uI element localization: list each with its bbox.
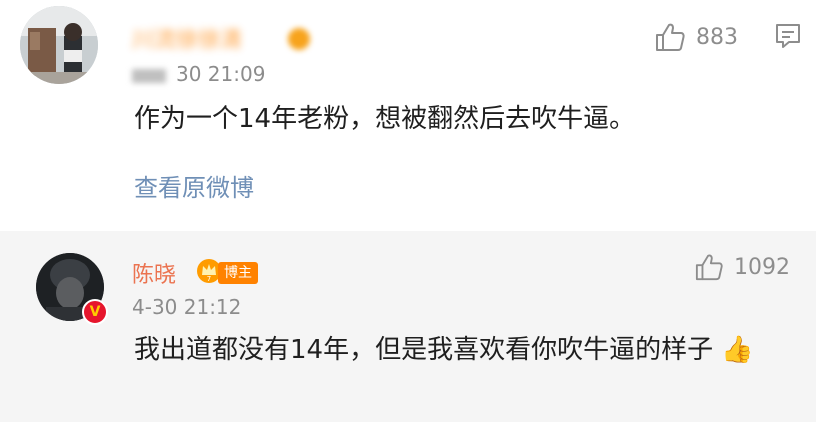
comment-text: 我出道都没有14年，但是我喜欢看你吹牛逼的样子 👍: [134, 335, 754, 365]
reply-button[interactable]: [774, 22, 802, 54]
avatar[interactable]: V: [36, 253, 108, 325]
username[interactable]: 川流徐徐清: [132, 22, 242, 54]
thumbs-up-icon: [656, 23, 685, 51]
blurred-date: [132, 68, 166, 83]
verified-v-icon: V: [82, 299, 108, 325]
like-button[interactable]: 883: [654, 22, 738, 52]
view-original-link[interactable]: 查看原微博: [134, 168, 254, 203]
blurred-badge: [288, 28, 310, 50]
thumbs-up-icon: [695, 254, 723, 281]
comment-item: V 陈晓 7 博主 4-30 21:12 我出道都没有14年，但是我喜欢看你吹牛…: [0, 231, 816, 422]
like-count: 1092: [734, 254, 790, 280]
comment-bubble-icon: [776, 24, 800, 48]
blogger-badge: 博主: [218, 262, 258, 284]
comment-time: 4-30 21:12: [132, 295, 242, 319]
avatar[interactable]: [20, 6, 98, 84]
svg-text:7: 7: [207, 275, 211, 283]
comment-item: 川流徐徐清 30 21:09 作为一个14年老粉，想被翻然后去吹牛逼。 查看原微…: [0, 0, 816, 231]
comment-text: 作为一个14年老粉，想被翻然后去吹牛逼。: [134, 104, 636, 134]
avatar-image: [20, 6, 98, 84]
like-button[interactable]: 1092: [694, 253, 790, 281]
like-count: 883: [696, 24, 738, 50]
comment-time-text: 30 21:09: [176, 62, 266, 86]
username[interactable]: 陈晓: [132, 257, 176, 289]
comment-time: 30 21:09: [132, 62, 265, 86]
